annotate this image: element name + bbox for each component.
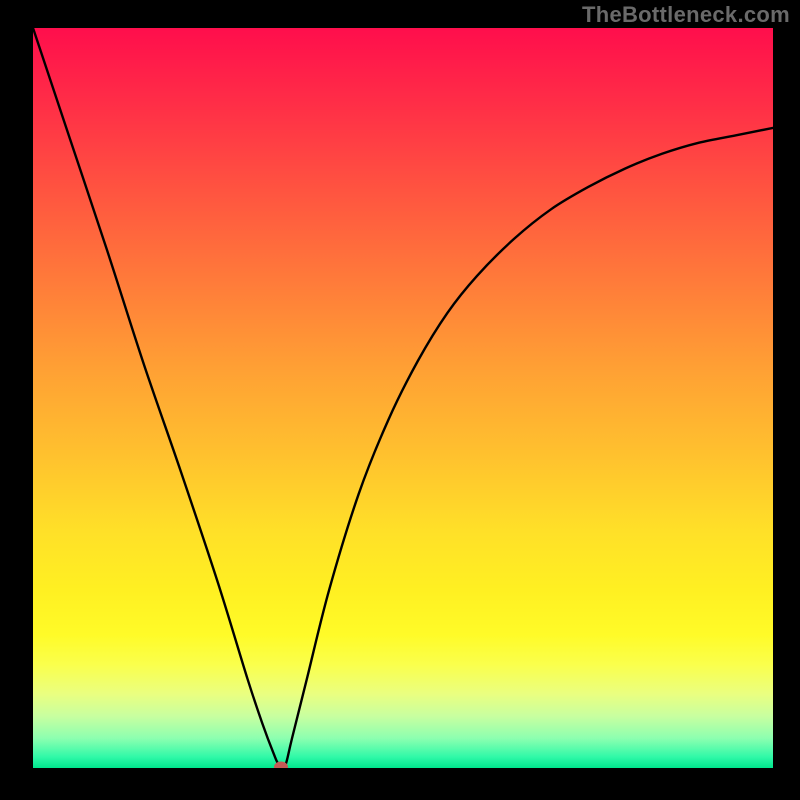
curve-layer (33, 28, 773, 768)
bottleneck-curve (33, 28, 773, 765)
plot-area (33, 28, 773, 768)
optimum-marker (274, 761, 288, 768)
chart-container: TheBottleneck.com (0, 0, 800, 800)
watermark-text: TheBottleneck.com (582, 2, 790, 28)
